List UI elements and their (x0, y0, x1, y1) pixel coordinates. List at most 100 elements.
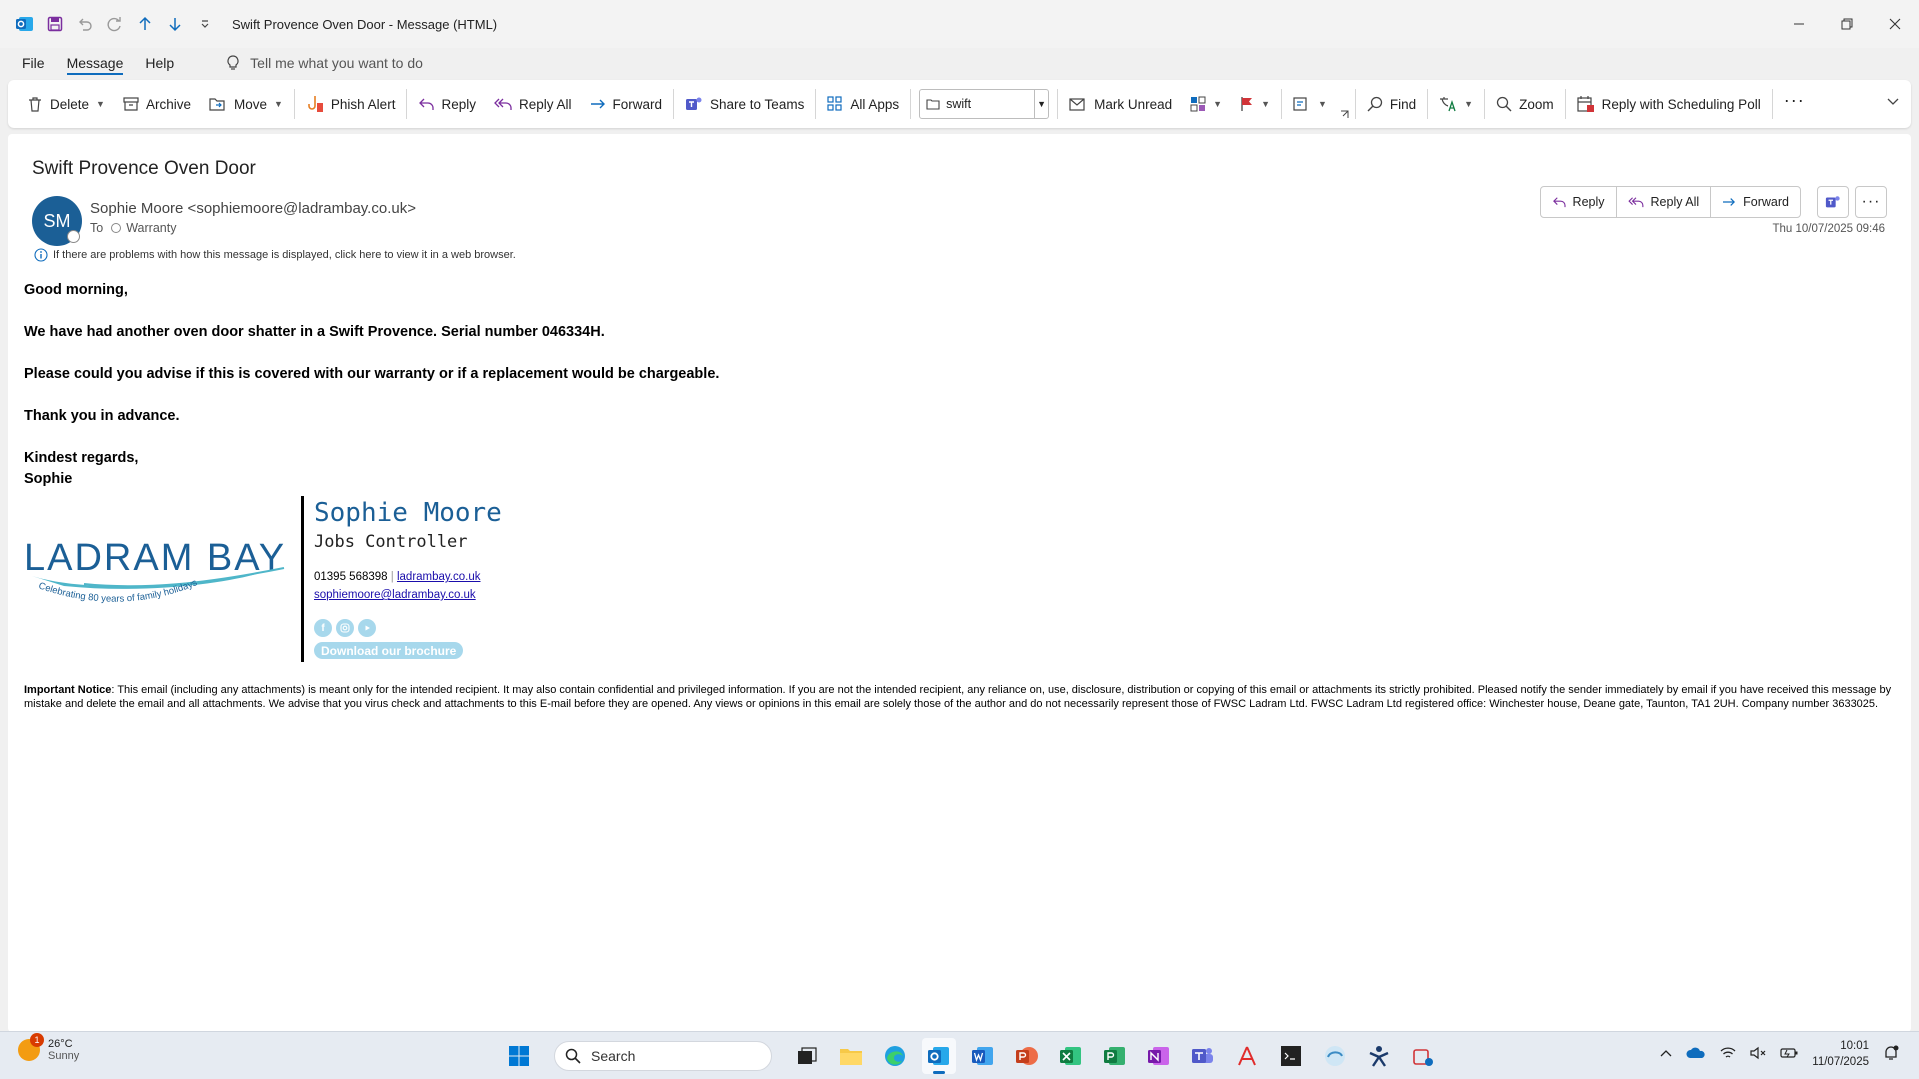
reply-all-label: Reply All (518, 96, 572, 112)
snipping-tool-icon[interactable] (1406, 1038, 1440, 1074)
chevron-down-icon[interactable]: ▼ (274, 99, 283, 109)
message-subject: Swift Provence Oven Door (32, 158, 256, 179)
chevron-down-icon[interactable]: ▼ (96, 99, 105, 109)
save-icon[interactable] (44, 13, 66, 35)
zoom-button[interactable]: Zoom (1487, 87, 1563, 121)
onenote-icon[interactable] (1142, 1038, 1176, 1074)
chevron-down-icon[interactable]: ▼ (1213, 99, 1222, 109)
file-explorer-icon[interactable] (834, 1038, 868, 1074)
clock[interactable]: 10:01 11/07/2025 (1812, 1038, 1869, 1070)
facebook-icon[interactable]: f (314, 619, 332, 637)
delete-button[interactable]: Delete ▼ (18, 87, 114, 121)
reply-icon (419, 98, 435, 110)
close-button[interactable] (1871, 0, 1919, 48)
tell-me-search[interactable]: Tell me what you want to do (226, 55, 423, 71)
tab-help[interactable]: Help (145, 51, 174, 75)
instagram-icon[interactable] (336, 619, 354, 637)
phish-alert-label: Phish Alert (330, 96, 396, 112)
previous-item-icon[interactable] (134, 13, 156, 35)
message-body: Good morning, We have had another oven d… (24, 280, 719, 490)
project-icon[interactable] (1098, 1038, 1132, 1074)
signature-website-link[interactable]: ladrambay.co.uk (397, 571, 481, 583)
signature-contact-line: 01395 568398 | ladrambay.co.uk (314, 571, 481, 583)
info-bar[interactable]: If there are problems with how this mess… (34, 248, 516, 262)
chevron-down-icon[interactable]: ▼ (1318, 99, 1327, 109)
ribbon-collapse-chevron-icon[interactable] (1887, 94, 1899, 109)
translate-icon (1440, 97, 1456, 112)
youtube-icon[interactable] (358, 619, 376, 637)
follow-up-button[interactable]: ▼ (1231, 87, 1279, 121)
phish-alert-button[interactable]: Phish Alert (297, 87, 405, 121)
next-item-icon[interactable] (164, 13, 186, 35)
outlook-taskbar-icon[interactable] (922, 1038, 956, 1074)
message-more-options-icon[interactable]: ··· (1855, 186, 1887, 218)
teams-share-button[interactable] (1817, 186, 1849, 218)
reply-icon (1552, 197, 1566, 208)
zoom-icon (1496, 96, 1512, 112)
terminal-app-icon[interactable] (1274, 1038, 1308, 1074)
ribbon: Delete ▼ Archive Move ▼ Phish Alert Repl… (8, 80, 1911, 128)
edge-app-icon[interactable] (1318, 1038, 1352, 1074)
reply-label: Reply (441, 96, 476, 112)
rules-button[interactable]: ▼ (1284, 87, 1336, 121)
dialog-launcher-icon[interactable] (1336, 87, 1353, 121)
powerpoint-icon[interactable] (1010, 1038, 1044, 1074)
email-signature: LADRAM BAY Celebrating 80 years of famil… (24, 496, 624, 666)
move-to-folder-box[interactable]: swift ▼ (919, 89, 1050, 119)
taskbar-search[interactable]: Search (554, 1041, 772, 1071)
chevron-down-icon[interactable]: ▼ (1034, 90, 1048, 118)
minimize-button[interactable] (1775, 0, 1823, 48)
categorize-button[interactable]: ▼ (1181, 87, 1231, 121)
redo-icon[interactable] (104, 13, 126, 35)
restore-button[interactable] (1823, 0, 1871, 48)
translate-button[interactable]: ▼ (1430, 87, 1482, 121)
chevron-up-icon[interactable] (1660, 1048, 1672, 1060)
task-view-icon[interactable] (790, 1038, 824, 1074)
move-button[interactable]: Move ▼ (200, 87, 292, 121)
tab-file[interactable]: File (22, 51, 45, 75)
social-links: f (314, 619, 376, 637)
inline-reply-all-button[interactable]: Reply All (1617, 187, 1712, 217)
forward-icon (1723, 198, 1736, 206)
volume-muted-icon[interactable] (1750, 1046, 1766, 1063)
chevron-down-icon[interactable]: ▼ (1261, 99, 1270, 109)
chevron-down-icon[interactable]: ▼ (1464, 99, 1473, 109)
windows-start-icon[interactable] (502, 1038, 536, 1074)
message-date: Thu 10/07/2025 09:46 (1772, 223, 1885, 235)
weather-widget[interactable]: 1 26°C Sunny (18, 1033, 79, 1062)
notice-label: Important Notice (24, 684, 112, 696)
onedrive-icon[interactable] (1686, 1047, 1706, 1062)
acrobat-icon[interactable] (1230, 1038, 1264, 1074)
battery-icon[interactable] (1780, 1047, 1798, 1062)
more-options-icon[interactable]: ··· (1775, 87, 1814, 121)
archive-button[interactable]: Archive (114, 87, 200, 121)
signature-email-link[interactable]: sophiemoore@ladrambay.co.uk (314, 589, 476, 601)
customize-toolbar-icon[interactable] (194, 13, 216, 35)
inline-forward-button[interactable]: Forward (1711, 187, 1800, 217)
notifications-icon[interactable] (1883, 1045, 1899, 1064)
body-greeting: Good morning, (24, 282, 128, 298)
teams-taskbar-icon[interactable] (1186, 1038, 1220, 1074)
recipient-warranty[interactable]: Warranty (111, 221, 176, 235)
search-icon (565, 1048, 581, 1064)
people-app-icon[interactable] (1362, 1038, 1396, 1074)
reply-button[interactable]: Reply (409, 87, 485, 121)
forward-button[interactable]: Forward (581, 87, 672, 121)
edge-browser-icon[interactable] (878, 1038, 912, 1074)
download-brochure-button[interactable]: Download our brochure (314, 642, 464, 659)
excel-icon[interactable] (1054, 1038, 1088, 1074)
all-apps-button[interactable]: All Apps (818, 87, 908, 121)
find-button[interactable]: Find (1358, 87, 1425, 121)
wifi-icon[interactable] (1720, 1046, 1736, 1063)
scheduling-poll-button[interactable]: Reply with Scheduling Poll (1568, 87, 1770, 121)
reply-all-button[interactable]: Reply All (485, 87, 581, 121)
undo-icon[interactable] (74, 13, 96, 35)
share-to-teams-button[interactable]: Share to Teams (676, 87, 813, 121)
inline-reply-label: Reply (1572, 195, 1605, 209)
inline-reply-button[interactable]: Reply (1541, 187, 1617, 217)
tab-message[interactable]: Message (66, 51, 123, 75)
mark-unread-button[interactable]: Mark Unread (1060, 87, 1181, 121)
ribbon-separator (1427, 89, 1429, 119)
word-icon[interactable] (966, 1038, 1000, 1074)
sender-name[interactable]: Sophie Moore <sophiemoore@ladrambay.co.u… (90, 200, 416, 217)
